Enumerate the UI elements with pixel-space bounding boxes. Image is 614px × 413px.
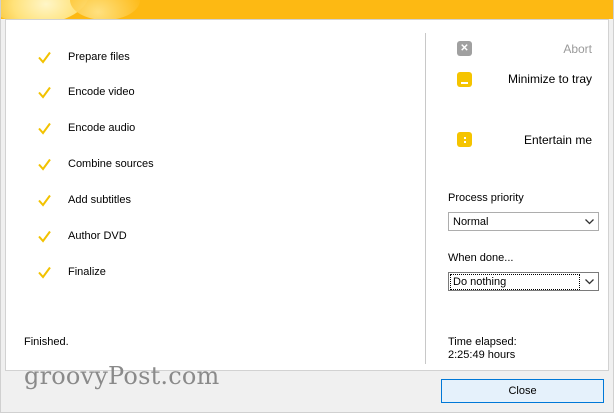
step-label: Combine sources — [68, 158, 154, 170]
panel-divider — [425, 33, 426, 364]
minimize-to-tray-button[interactable]: Minimize to tray — [457, 71, 592, 88]
minimize-icon — [457, 72, 472, 87]
status-text: Finished. — [24, 336, 69, 348]
time-elapsed-value: 2:25:49 hours — [448, 349, 516, 361]
process-priority-label: Process priority — [448, 192, 524, 204]
chevron-down-icon — [581, 213, 598, 230]
when-done-label: When done... — [448, 252, 514, 264]
banner-swirl-graphic-2 — [70, 0, 140, 19]
dots-icon — [457, 132, 472, 147]
chevron-down-icon — [581, 273, 598, 290]
checkmark-icon — [38, 86, 51, 99]
x-box-icon: ✕ — [457, 41, 472, 56]
entertain-label: Entertain me — [523, 133, 592, 147]
header-banner — [0, 0, 614, 19]
process-priority-select[interactable]: Normal — [448, 212, 599, 231]
step-label: Finalize — [68, 266, 106, 278]
checkmark-icon — [38, 122, 51, 135]
abort-button[interactable]: ✕ Abort — [457, 41, 592, 58]
time-elapsed: Time elapsed: 2:25:49 hours — [448, 336, 517, 362]
step-label: Encode video — [68, 86, 135, 98]
close-button[interactable]: Close — [441, 379, 604, 403]
process-priority-value: Normal — [453, 216, 489, 228]
checkmark-icon — [38, 266, 51, 279]
step-label: Encode audio — [68, 122, 136, 134]
minimize-label: Minimize to tray — [507, 72, 592, 86]
step-label: Author DVD — [68, 230, 127, 242]
when-done-value: Do nothing — [450, 274, 580, 290]
checkmark-icon — [38, 158, 51, 171]
watermark: groovyPost.com — [24, 362, 220, 390]
when-done-select[interactable]: Do nothing — [448, 272, 599, 291]
abort-label: Abort — [563, 42, 592, 56]
entertain-me-button[interactable]: Entertain me — [457, 132, 592, 149]
step-label: Add subtitles — [68, 194, 131, 206]
time-elapsed-label: Time elapsed: — [448, 336, 517, 348]
checkmark-icon — [38, 194, 51, 207]
checkmark-icon — [38, 51, 51, 64]
checkmark-icon — [38, 230, 51, 243]
step-label: Prepare files — [68, 51, 130, 63]
